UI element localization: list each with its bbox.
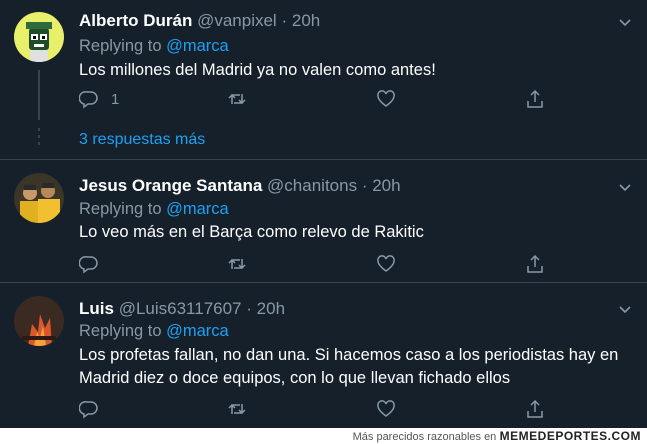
tweet-text: Los profetas fallan, no dan una. Si hace… <box>79 346 619 387</box>
reply-button[interactable] <box>79 253 99 275</box>
more-replies-link[interactable]: 3 respuestas más <box>79 131 205 149</box>
chevron-down-icon[interactable] <box>617 14 633 30</box>
replying-prefix: Replying to <box>79 200 167 218</box>
reply-icon <box>79 91 98 109</box>
tweet[interactable]: Luis @Luis63117607 · 20h Replying to @ma… <box>0 284 647 428</box>
replying-to: Replying to @marca <box>79 37 229 56</box>
watermark-prefix: Más parecidos razonables en <box>352 431 497 443</box>
tweet-text: Lo veo más en el Barça como relevo de Ra… <box>79 223 424 241</box>
retweet-icon <box>228 403 246 415</box>
timestamp[interactable]: 20h <box>257 299 285 318</box>
share-button[interactable] <box>525 253 545 275</box>
tweet-header: Alberto Durán @vanpixel · 20h <box>79 11 320 31</box>
like-button[interactable] <box>376 398 396 420</box>
timestamp[interactable]: 20h <box>292 11 320 30</box>
like-icon <box>377 90 395 107</box>
tweet-header: Jesus Orange Santana @chanitons · 20h <box>79 176 401 196</box>
avatar[interactable] <box>14 173 64 223</box>
avatar[interactable] <box>14 12 64 62</box>
reply-icon <box>79 256 98 274</box>
replying-to: Replying to @marca <box>79 200 229 219</box>
replying-to: Replying to @marca <box>79 322 229 341</box>
chevron-down-icon[interactable] <box>617 301 633 317</box>
share-icon <box>527 399 543 418</box>
user-handle[interactable]: @chanitons <box>267 176 357 195</box>
tweet[interactable]: Alberto Durán @vanpixel · 20h Replying t… <box>0 0 647 160</box>
display-name[interactable]: Luis <box>79 299 114 318</box>
chevron-down-icon[interactable] <box>617 179 633 195</box>
tweet-header: Luis @Luis63117607 · 20h <box>79 299 285 319</box>
display-name[interactable]: Jesus Orange Santana <box>79 176 262 195</box>
retweet-button[interactable] <box>227 253 247 275</box>
display-name[interactable]: Alberto Durán <box>79 11 192 30</box>
mention-link[interactable]: @marca <box>166 37 229 55</box>
avatar[interactable] <box>14 296 64 346</box>
separator-dot: · <box>361 176 368 195</box>
share-icon <box>527 254 543 273</box>
reply-icon <box>79 401 98 419</box>
thread-dots <box>38 128 40 149</box>
replying-prefix: Replying to <box>79 322 167 340</box>
share-button[interactable] <box>525 398 545 420</box>
tweet-actions: 1 <box>79 88 559 110</box>
mention-link[interactable]: @marca <box>166 322 229 340</box>
tweet-actions <box>79 398 559 420</box>
tweet[interactable]: Jesus Orange Santana @chanitons · 20h Re… <box>0 161 647 283</box>
like-icon <box>377 255 395 272</box>
watermark-bar: Más parecidos razonables en MEMEDEPORTES… <box>0 428 647 444</box>
separator-dot: · <box>246 299 252 318</box>
retweet-icon <box>228 258 246 270</box>
watermark: Más parecidos razonables en MEMEDEPORTES… <box>353 429 641 443</box>
thread-line <box>38 70 40 120</box>
separator-dot: · <box>281 11 288 30</box>
tweet-actions <box>79 253 559 275</box>
retweet-icon <box>228 93 246 105</box>
watermark-brand[interactable]: MEMEDEPORTES.COM <box>500 429 641 443</box>
share-icon <box>527 89 543 108</box>
reply-count: 1 <box>111 90 120 108</box>
user-handle[interactable]: @Luis63117607 <box>119 299 242 318</box>
like-icon <box>377 400 395 417</box>
reply-button[interactable] <box>79 398 99 420</box>
timestamp[interactable]: 20h <box>372 176 400 195</box>
retweet-button[interactable] <box>227 88 247 110</box>
like-button[interactable] <box>376 253 396 275</box>
like-button[interactable] <box>376 88 396 110</box>
reply-button[interactable]: 1 <box>79 88 119 110</box>
share-button[interactable] <box>525 88 545 110</box>
mention-link[interactable]: @marca <box>166 200 229 218</box>
user-handle[interactable]: @vanpixel <box>197 11 277 30</box>
tweet-text: Los millones del Madrid ya no valen como… <box>79 61 436 79</box>
retweet-button[interactable] <box>227 398 247 420</box>
replying-prefix: Replying to <box>79 37 167 55</box>
